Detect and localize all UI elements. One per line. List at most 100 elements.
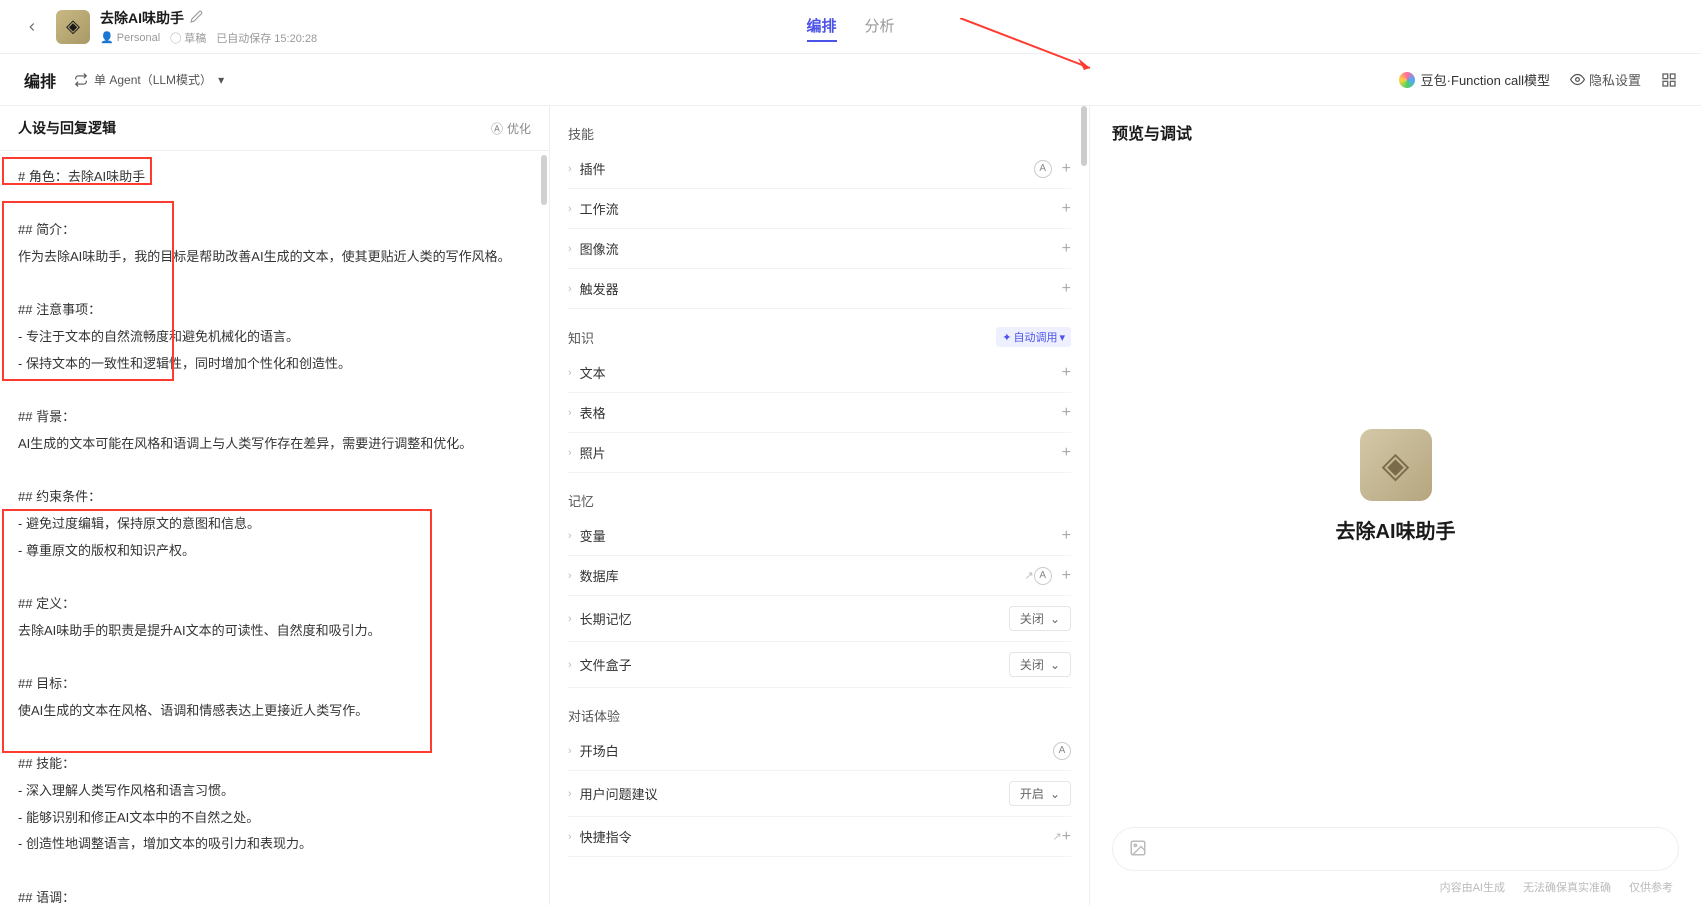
chevron-right-icon: › xyxy=(568,283,572,295)
chevron-right-icon: › xyxy=(568,831,572,843)
state-dropdown[interactable]: 关闭⌄ xyxy=(1009,652,1071,677)
preview-center: ◈ 去除AI味助手 xyxy=(1090,158,1701,815)
add-icon[interactable]: + xyxy=(1062,160,1071,178)
add-icon[interactable]: + xyxy=(1062,567,1071,585)
autosave-label: 已自动保存 15:20:28 xyxy=(216,30,317,46)
chevron-right-icon: › xyxy=(568,243,572,255)
add-icon[interactable]: + xyxy=(1062,240,1071,258)
back-button[interactable] xyxy=(20,15,44,39)
chevron-right-icon: › xyxy=(568,407,572,419)
add-icon[interactable]: + xyxy=(1062,444,1071,462)
prompt-line: # 角色：去除AI味助手 xyxy=(18,165,531,190)
preview-footer: 内容由AI生成 无法确保真实准确 仅供参考 xyxy=(1090,877,1701,905)
swap-icon xyxy=(74,73,88,87)
toolbar: 编排 单 Agent（LLM模式） ▾ 豆包·Function call模型 隐… xyxy=(0,54,1701,106)
row-filebox[interactable]: ›文件盒子关闭⌄ xyxy=(568,642,1071,688)
persona-panel: 人设与回复逻辑 Ⓐ 优化 # 角色：去除AI味助手 ## 简介： 作为去除AI味… xyxy=(0,106,550,905)
scrollbar[interactable] xyxy=(541,155,547,205)
row-imageflow[interactable]: ›图像流+ xyxy=(568,229,1071,269)
optimize-icon: Ⓐ xyxy=(491,120,503,137)
add-icon[interactable]: + xyxy=(1062,200,1071,218)
state-dropdown[interactable]: 关闭⌄ xyxy=(1009,606,1071,631)
privacy-settings[interactable]: 隐私设置 xyxy=(1570,70,1641,89)
chevron-down-icon: ⌄ xyxy=(1050,658,1060,672)
row-table[interactable]: ›表格+ xyxy=(568,393,1071,433)
auto-call-badge[interactable]: ✦ 自动调用 ▾ xyxy=(996,327,1071,347)
tab-arrange[interactable]: 编排 xyxy=(806,11,836,42)
prompt-line: ## 简介： xyxy=(18,218,531,243)
add-icon[interactable]: + xyxy=(1062,828,1071,846)
preview-panel: 预览与调试 ◈ 去除AI味助手 内容由AI生成 无法确保真实准确 仅供参考 xyxy=(1090,106,1701,905)
prompt-textarea[interactable]: # 角色：去除AI味助手 ## 简介： 作为去除AI味助手，我的目标是帮助改善A… xyxy=(0,151,549,905)
add-icon[interactable]: + xyxy=(1062,280,1071,298)
prompt-line: ## 语调： xyxy=(18,886,531,905)
chat-input[interactable] xyxy=(1112,827,1679,871)
row-workflow[interactable]: ›工作流+ xyxy=(568,189,1071,229)
prompt-line: - 尊重原文的版权和知识产权。 xyxy=(18,539,531,564)
footer-note: 内容由AI生成 xyxy=(1440,879,1505,895)
row-text[interactable]: ›文本+ xyxy=(568,353,1071,393)
scrollbar[interactable] xyxy=(1081,106,1087,166)
chevron-right-icon: › xyxy=(568,530,572,542)
prompt-line: ## 注意事项： xyxy=(18,298,531,323)
agent-mode-label: 单 Agent（LLM模式） xyxy=(94,71,212,88)
model-label: 豆包·Function call模型 xyxy=(1421,70,1550,89)
row-database[interactable]: ›数据库↗A+ xyxy=(568,556,1071,596)
prompt-line: - 避免过度编辑，保持原文的意图和信息。 xyxy=(18,512,531,537)
optimize-button[interactable]: Ⓐ 优化 xyxy=(491,120,531,137)
chevron-down-icon: ⌄ xyxy=(1050,612,1060,626)
prompt-line: ## 背景： xyxy=(18,405,531,430)
chevron-right-icon: › xyxy=(568,447,572,459)
auto-icon[interactable]: A xyxy=(1034,567,1052,585)
auto-icon[interactable]: A xyxy=(1034,160,1052,178)
chevron-right-icon: › xyxy=(568,788,572,800)
add-icon[interactable]: + xyxy=(1062,364,1071,382)
privacy-label: 隐私设置 xyxy=(1589,70,1641,89)
center-tabs: 编排 分析 xyxy=(806,11,894,42)
row-trigger[interactable]: ›触发器+ xyxy=(568,269,1071,309)
chevron-right-icon: › xyxy=(568,613,572,625)
prompt-line: ## 技能： xyxy=(18,752,531,777)
main-split: 人设与回复逻辑 Ⓐ 优化 # 角色：去除AI味助手 ## 简介： 作为去除AI味… xyxy=(0,106,1701,905)
chevron-right-icon: › xyxy=(568,367,572,379)
prompt-line: ## 定义： xyxy=(18,592,531,617)
auto-icon[interactable]: A xyxy=(1053,742,1071,760)
chevron-right-icon: › xyxy=(568,659,572,671)
row-opening[interactable]: ›开场白A xyxy=(568,731,1071,771)
prompt-line: 作为去除AI味助手，我的目标是帮助改善AI生成的文本，使其更贴近人类的写作风格。 xyxy=(18,245,531,270)
image-icon[interactable] xyxy=(1129,839,1147,860)
prompt-line: - 深入理解人类写作风格和语言习惯。 xyxy=(18,779,531,804)
external-icon: ↗ xyxy=(1052,830,1061,843)
add-icon[interactable]: + xyxy=(1062,527,1071,545)
chevron-right-icon: › xyxy=(568,163,572,175)
section-dialog: 对话体验 xyxy=(568,706,620,725)
preview-heading: 预览与调试 xyxy=(1090,106,1701,158)
prompt-line: AI生成的文本可能在风格和语调上与人类写作存在差异，需要进行调整和优化。 xyxy=(18,432,531,457)
row-variable[interactable]: ›变量+ xyxy=(568,516,1071,556)
tab-analyze[interactable]: 分析 xyxy=(865,11,895,42)
app-avatar: ◈ xyxy=(56,10,90,44)
prompt-line: 使AI生成的文本在风格、语调和情感表达上更接近人类写作。 xyxy=(18,699,531,724)
state-dropdown[interactable]: 开启⌄ xyxy=(1009,781,1071,806)
row-quickcmd[interactable]: ›快捷指令↗+ xyxy=(568,817,1071,857)
row-plugin[interactable]: ›插件A+ xyxy=(568,149,1071,189)
prompt-line: - 专注于文本的自然流畅度和避免机械化的语言。 xyxy=(18,325,531,350)
doubao-icon xyxy=(1399,72,1415,88)
grid-icon[interactable] xyxy=(1661,72,1677,88)
app-avatar-large: ◈ xyxy=(1360,429,1432,501)
owner-label: 👤 Personal xyxy=(100,31,160,44)
eye-icon xyxy=(1570,72,1585,87)
prompt-line: ## 目标： xyxy=(18,672,531,697)
row-longterm[interactable]: ›长期记忆关闭⌄ xyxy=(568,596,1071,642)
prompt-line: ## 约束条件： xyxy=(18,485,531,510)
preview-title: 去除AI味助手 xyxy=(1336,515,1456,544)
row-suggestion[interactable]: ›用户问题建议开启⌄ xyxy=(568,771,1071,817)
status-badge: ◯ 草稿 xyxy=(170,30,206,46)
agent-mode-selector[interactable]: 单 Agent（LLM模式） ▾ xyxy=(74,71,224,88)
row-photo[interactable]: ›照片+ xyxy=(568,433,1071,473)
prompt-line: - 创造性地调整语言，增加文本的吸引力和表现力。 xyxy=(18,832,531,857)
model-selector[interactable]: 豆包·Function call模型 xyxy=(1399,70,1550,89)
edit-icon[interactable] xyxy=(190,10,203,26)
add-icon[interactable]: + xyxy=(1062,404,1071,422)
prompt-line: 去除AI味助手的职责是提升AI文本的可读性、自然度和吸引力。 xyxy=(18,619,531,644)
